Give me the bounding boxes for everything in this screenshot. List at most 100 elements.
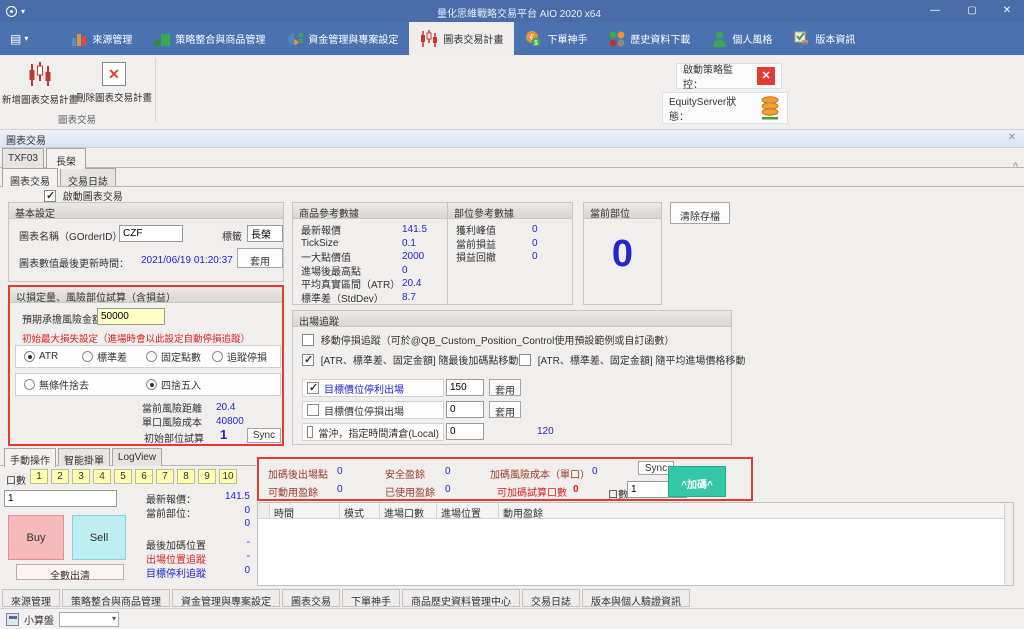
manual-tab-logview[interactable]: LogView xyxy=(112,448,162,466)
trailing-stop-checkbox-row[interactable]: 移動停損追蹤（可於@QB_Custom_Position_Control使用預設… xyxy=(302,332,674,347)
ribbon-tab-strategy[interactable]: 策略整合與商品管理 xyxy=(143,22,276,55)
bottom-nav-tab[interactable]: 交易日誌 xyxy=(522,589,580,607)
radio-round-half[interactable]: 四捨五入 xyxy=(146,377,201,392)
addon-safe-value: 0 xyxy=(445,466,451,477)
position-ref-header: 部位參考數據 xyxy=(448,203,572,219)
table-scrollbar[interactable] xyxy=(1004,503,1013,585)
stop-loss-checkbox[interactable] xyxy=(307,404,319,416)
radio-round-down[interactable]: 無條件捨去 xyxy=(24,377,146,392)
sub-tab-chart-trade[interactable]: 圖表交易 xyxy=(2,168,58,187)
col-entry-price[interactable]: 進場位置 xyxy=(437,503,499,518)
follow-last-add-checkbox[interactable] xyxy=(302,354,314,366)
lot-quick-button[interactable]: 9 xyxy=(198,469,216,484)
lot-quick-button[interactable]: 7 xyxy=(156,469,174,484)
day-trade-input[interactable] xyxy=(446,423,484,440)
take-profit-apply-button[interactable]: 套用 xyxy=(489,379,521,396)
ribbon-tab-source[interactable]: 來源管理 xyxy=(60,22,143,55)
ribbon-tab-version[interactable]: 版本資訊 xyxy=(783,22,866,55)
addon-exit-value: 0 xyxy=(337,466,343,477)
follow-avg-entry-checkbox-row[interactable]: [ATR、標準差、固定金額] 隨平均進場價格移動 xyxy=(519,352,745,367)
stop-loss-checkbox-row[interactable]: 目標價位停損出場 xyxy=(302,401,444,419)
sub-tab-trade-log[interactable]: 交易日誌 xyxy=(60,168,116,186)
lot-quick-button[interactable]: 5 xyxy=(114,469,132,484)
app-menu-button[interactable]: ▤ ▾ xyxy=(0,22,38,55)
add-position-button[interactable]: ^加碼^ xyxy=(668,466,726,497)
strategy-monitor-toggle[interactable]: 啟動策略監控： ✕ xyxy=(676,63,782,89)
bottom-nav-tab[interactable]: 版本與個人驗證資訊 xyxy=(582,589,690,607)
buy-button[interactable]: Buy xyxy=(8,515,64,560)
ribbon-tab-funds[interactable]: 資金管理與專案設定 xyxy=(276,22,409,55)
qat-caret-icon[interactable]: ▾ xyxy=(21,7,25,16)
col-entry-lots[interactable]: 進場口數 xyxy=(380,503,437,518)
delete-chart-plan-button[interactable]: ✕ 刪除圖表交易計畫 xyxy=(78,58,150,112)
position-ref-value: 0 xyxy=(532,224,538,235)
monitor-off-icon: ✕ xyxy=(757,67,775,85)
doc-tab-changrong[interactable]: 長榮 xyxy=(46,148,86,169)
day-trade-checkbox-row[interactable]: 當沖，指定時間清倉(Local) xyxy=(302,423,444,441)
lot-quick-button[interactable]: 6 xyxy=(135,469,153,484)
clear-archive-button[interactable]: 清除存檔 xyxy=(670,202,730,224)
lot-quick-button[interactable]: 2 xyxy=(51,469,69,484)
panel-close-icon[interactable]: ✕ xyxy=(1008,132,1016,143)
follow-last-add-checkbox-row[interactable]: [ATR、標準差、固定金額] 隨最後加碼點移動 xyxy=(302,352,518,367)
addon-used-label: 已使用盈餘 xyxy=(385,484,435,499)
stop-loss-apply-button[interactable]: 套用 xyxy=(489,401,521,418)
quick-access-toolbar[interactable]: ▾ xyxy=(6,6,25,17)
radio-fixed-points[interactable]: 固定點數 xyxy=(146,349,212,364)
ribbon-tab-label: 歷史資料下載 xyxy=(630,31,690,46)
product-ref-row: 最新報價 141.5 xyxy=(293,223,459,237)
product-ref-header: 商品參考數據 xyxy=(293,203,459,219)
lot-count-input[interactable] xyxy=(4,490,117,507)
close-all-button[interactable]: 全數出清 xyxy=(16,564,124,580)
doc-tab-txf03[interactable]: TXF03 xyxy=(2,148,44,168)
trailing-stop-checkbox[interactable] xyxy=(302,334,314,346)
take-profit-input[interactable] xyxy=(446,379,484,396)
take-profit-checkbox[interactable] xyxy=(307,382,319,394)
tp-track-row: 目標停利追蹤 0 xyxy=(146,565,250,580)
lot-quick-button[interactable]: 10 xyxy=(219,469,237,484)
basic-apply-button[interactable]: 套用 xyxy=(237,248,283,268)
lot-quick-button[interactable]: 4 xyxy=(93,469,111,484)
chart-name-input[interactable] xyxy=(119,225,183,242)
add-chart-plan-label: 新增圖表交易計畫 xyxy=(2,92,78,106)
product-ref-value: 8.7 xyxy=(402,292,416,303)
bottom-nav-tab[interactable]: 資金管理與專案設定 xyxy=(172,589,280,607)
day-trade-checkbox[interactable] xyxy=(307,426,313,438)
calculator-combobox[interactable]: ▾ xyxy=(59,612,119,627)
follow-avg-entry-checkbox[interactable] xyxy=(519,354,531,366)
stop-loss-input[interactable] xyxy=(446,401,484,418)
bottom-nav-tab[interactable]: 圖表交易 xyxy=(282,589,340,607)
lot-quick-button[interactable]: 8 xyxy=(177,469,195,484)
col-used-profit[interactable]: 動用盈餘 xyxy=(499,503,1013,518)
lot-quick-button[interactable]: 3 xyxy=(72,469,90,484)
bottom-nav-tab[interactable]: 來源管理 xyxy=(2,589,60,607)
take-profit-checkbox-row[interactable]: 目標價位停利出場 xyxy=(302,379,444,397)
take-profit-label: 目標價位停利出場 xyxy=(324,381,404,396)
enable-chart-trade-checkbox[interactable] xyxy=(44,190,56,202)
risk-amount-input[interactable] xyxy=(97,308,165,325)
lot-quick-button[interactable]: 1 xyxy=(30,469,48,484)
radio-trailing-stop[interactable]: 追蹤停損 xyxy=(212,349,267,364)
bottom-nav-tab[interactable]: 商品歷史資料管理中心 xyxy=(402,589,520,607)
manual-tab-smart-order[interactable]: 智能掛單 xyxy=(58,448,110,466)
col-mode[interactable]: 模式 xyxy=(340,503,380,518)
col-time[interactable]: 時間 xyxy=(270,503,340,518)
green-blocks-icon xyxy=(154,31,170,47)
ribbon-tab-history[interactable]: 歷史資料下載 xyxy=(598,22,701,55)
manual-tab-operate[interactable]: 手動操作 xyxy=(4,448,56,467)
bottom-nav-tab[interactable]: 下單神手 xyxy=(342,589,400,607)
add-chart-plan-button[interactable]: 新增圖表交易計畫 xyxy=(4,58,76,112)
ribbon-tab-personal[interactable]: 個人風格 xyxy=(701,22,783,55)
bottom-nav-tab[interactable]: 策略整合與商品管理 xyxy=(62,589,170,607)
ribbon-tab-order[interactable]: €$ 下單神手 xyxy=(514,22,598,55)
close-button[interactable]: ✕ xyxy=(990,0,1024,22)
radio-stdev[interactable]: 標準差 xyxy=(82,349,146,364)
maximize-button[interactable]: ▢ xyxy=(955,0,989,22)
tag-input[interactable] xyxy=(247,225,283,242)
minimize-button[interactable]: — xyxy=(918,0,952,22)
delete-chart-plan-label: 刪除圖表交易計畫 xyxy=(76,90,152,104)
risk-sync-button[interactable]: Sync xyxy=(247,428,281,443)
ribbon-tab-chart-trade-plan[interactable]: 圖表交易計畫 xyxy=(409,22,514,55)
sell-button[interactable]: Sell xyxy=(72,515,126,560)
radio-atr[interactable]: ATR xyxy=(24,351,82,362)
